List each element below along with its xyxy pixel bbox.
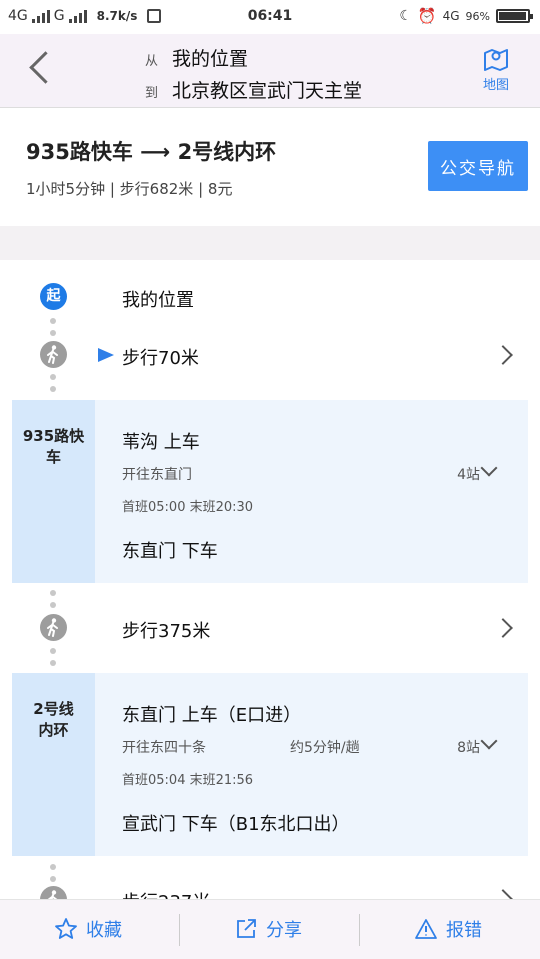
route-to: 到北京教区宣武门天主堂 — [145, 76, 362, 103]
map-icon — [484, 49, 508, 71]
walk-icon — [40, 614, 67, 641]
bus-segment-card[interactable]: 935路快车 苇沟 上车 开往东直门 4站 首班05:00 末班20:30 东直… — [12, 400, 528, 583]
subway-stop-count: 8站 — [457, 740, 480, 756]
share-label: 分享 — [266, 920, 302, 941]
route-meta: 1小时5分钟 | 步行682米 | 8元 — [26, 180, 233, 198]
bus-direction: 开往东直门 — [122, 467, 192, 483]
alight-stop: 东直门 下车 — [122, 541, 218, 562]
bottom-action-bar: 收藏 分享 报错 — [0, 899, 540, 959]
from-location: 我的位置 — [172, 48, 249, 70]
status-right: ☾ ⏰ 4G 96% — [399, 7, 533, 25]
subway-direction: 开往东四十条 — [122, 740, 206, 756]
route-dot — [50, 318, 56, 324]
chevron-down-icon[interactable] — [480, 459, 498, 477]
map-button[interactable]: 地图 — [476, 44, 516, 93]
route-dot — [50, 864, 56, 870]
route-dot — [50, 660, 56, 666]
report-label: 报错 — [446, 920, 482, 941]
route-dot — [50, 876, 56, 882]
alight-station: 宣武门 下车（B1东北口出） — [122, 814, 350, 835]
moon-icon: ☾ — [399, 8, 412, 24]
divider — [179, 914, 180, 946]
board-stop: 苇沟 上车 — [122, 432, 200, 453]
warning-icon — [415, 919, 437, 939]
alarm-icon: ⏰ — [417, 7, 437, 25]
status-bar: 4G G 8.7k/s 06:41 ☾ ⏰ 4G 96% — [0, 0, 540, 34]
section-divider — [0, 226, 540, 260]
share-button[interactable]: 分享 — [234, 916, 302, 942]
walk-step-label: 步行70米 — [122, 348, 199, 369]
subway-line-name: 2号线内环 — [33, 700, 74, 739]
star-icon — [55, 918, 77, 939]
route-dot — [50, 590, 56, 596]
bus-line-name: 935路快车 — [22, 427, 85, 466]
to-tag: 到 — [145, 86, 159, 101]
subway-frequency: 约5分钟/趟 — [290, 740, 360, 756]
chevron-right-icon — [493, 618, 513, 638]
from-tag: 从 — [145, 54, 159, 69]
bus-line-label: 935路快车 — [12, 400, 95, 583]
bus-schedule: 首班05:00 末班20:30 — [122, 500, 254, 515]
to-location: 北京教区宣武门天主堂 — [172, 80, 363, 102]
favorite-button[interactable]: 收藏 — [54, 916, 122, 942]
route-dot — [50, 386, 56, 392]
start-label: 我的位置 — [122, 290, 194, 311]
start-badge: 起 — [40, 283, 67, 310]
subway-line-label: 2号线内环 — [12, 673, 95, 856]
current-step-arrow-icon — [98, 348, 114, 362]
bus-navigation-button[interactable]: 公交导航 — [428, 141, 528, 191]
chevron-down-icon[interactable] — [480, 732, 498, 750]
route-title: 935路快车 ⟶ 2号线内环 — [26, 140, 277, 164]
route-from: 从我的位置 — [145, 44, 248, 71]
bus-stop-count: 4站 — [457, 467, 480, 483]
back-button[interactable] — [22, 50, 62, 90]
chevron-right-icon — [493, 345, 513, 365]
subway-segment-card[interactable]: 2号线内环 东直门 上车（E口进） 开往东四十条 约5分钟/趟 8站 首班05:… — [12, 673, 528, 856]
subway-schedule: 首班05:04 末班21:56 — [122, 773, 254, 788]
route-header: 从我的位置 到北京教区宣武门天主堂 地图 — [0, 34, 540, 108]
route-dot — [50, 374, 56, 380]
board-station: 东直门 上车（E口进） — [122, 705, 302, 726]
share-icon — [237, 919, 256, 938]
route-dot — [50, 330, 56, 336]
walk-step-label: 步行375米 — [122, 621, 211, 642]
route-dot — [50, 648, 56, 654]
report-error-button[interactable]: 报错 — [414, 916, 482, 942]
route-dot — [50, 602, 56, 608]
battery-icon — [496, 9, 533, 23]
divider — [359, 914, 360, 946]
network-label: 4G — [442, 9, 460, 23]
route-summary: 935路快车 ⟶ 2号线内环 1小时5分钟 | 步行682米 | 8元 公交导航 — [0, 108, 540, 226]
battery-percent: 96% — [465, 9, 490, 23]
walk-icon — [40, 341, 67, 368]
map-label: 地图 — [482, 78, 509, 93]
favorite-label: 收藏 — [86, 920, 122, 941]
